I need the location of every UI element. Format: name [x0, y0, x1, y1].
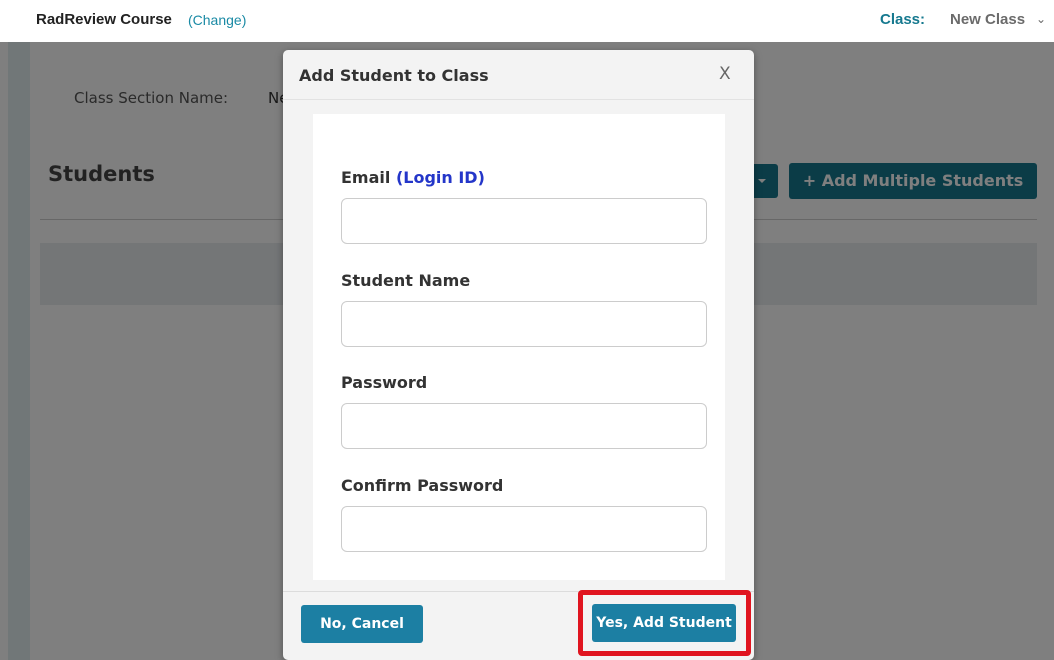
confirm-password-field[interactable]: [341, 506, 707, 552]
email-field[interactable]: [341, 198, 707, 244]
cancel-button[interactable]: No, Cancel: [301, 605, 423, 643]
email-label-text: Email: [341, 168, 391, 187]
student-name-label: Student Name: [341, 271, 471, 290]
close-icon[interactable]: X: [719, 64, 731, 84]
password-label: Password: [341, 373, 428, 392]
chevron-down-icon[interactable]: ⌄: [1036, 12, 1046, 26]
change-course-link[interactable]: (Change): [188, 12, 246, 28]
modal-body: Email (Login ID) Student Name Password C…: [313, 114, 725, 580]
modal-header: Add Student to Class X: [283, 50, 754, 100]
student-name-field[interactable]: [341, 301, 707, 347]
email-label: Email (Login ID): [341, 168, 485, 187]
add-student-modal: Add Student to Class X Email (Login ID) …: [283, 50, 754, 660]
modal-title: Add Student to Class: [299, 66, 489, 85]
login-id-hint: (Login ID): [395, 168, 485, 187]
course-title: RadReview Course: [36, 11, 172, 28]
class-label: Class:: [880, 11, 926, 28]
password-field[interactable]: [341, 403, 707, 449]
confirm-password-label: Confirm Password: [341, 476, 504, 495]
top-bar: RadReview Course (Change) Class: New Cla…: [0, 0, 1054, 42]
class-selector[interactable]: New Class: [950, 11, 1025, 28]
add-student-button[interactable]: Yes, Add Student: [592, 604, 736, 642]
